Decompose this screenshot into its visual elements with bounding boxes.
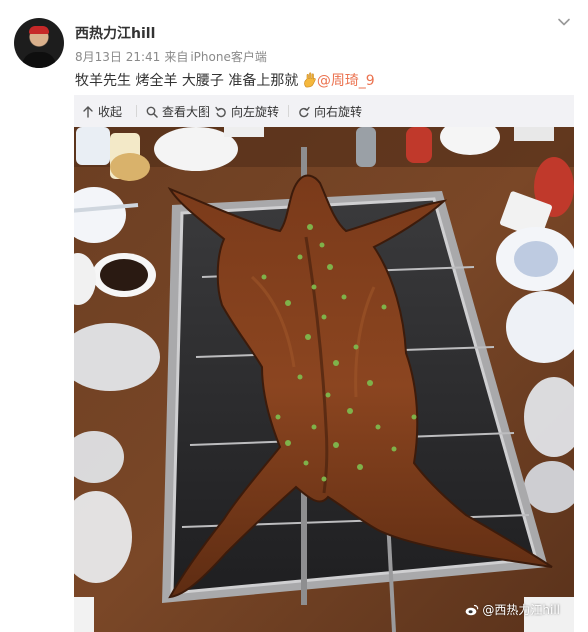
toolbar-divider bbox=[136, 105, 137, 117]
view-large-button[interactable]: 查看大图 bbox=[146, 103, 210, 120]
ok-hand-emoji-icon bbox=[303, 72, 316, 88]
avatar-cap-shape bbox=[29, 26, 49, 34]
post-text: 牧羊先生 烤全羊 大腰子 准备上那就 @周琦_9 bbox=[75, 70, 375, 90]
collapse-arrow-icon bbox=[83, 105, 93, 118]
collapse-label: 收起 bbox=[98, 105, 123, 119]
rotate-left-label: 向左旋转 bbox=[231, 105, 280, 119]
weibo-post-card: 西热力江hill 8月13日 21:41 来自 iPhone客户端 牧羊先生 烤全羊… bbox=[0, 0, 588, 632]
rotate-left-button[interactable]: 向左旋转 bbox=[215, 103, 279, 120]
search-icon bbox=[146, 106, 158, 118]
post-body-text: 牧羊先生 烤全羊 大腰子 准备上那就 bbox=[75, 73, 303, 89]
view-large-label: 查看大图 bbox=[162, 105, 211, 119]
photo-illustration bbox=[74, 127, 574, 632]
media-toolbar: 收起 查看大图 向左旋转 向右旋转 bbox=[74, 95, 574, 127]
post-meta: 8月13日 21:41 来自 iPhone客户端 bbox=[75, 48, 271, 65]
post-photo-roast-lamb[interactable]: @西热力江hill bbox=[74, 127, 574, 632]
watermark-text: @西热力江hill bbox=[482, 603, 560, 617]
source-link[interactable]: iPhone客户端 bbox=[190, 50, 267, 64]
rotate-right-label: 向右旋转 bbox=[314, 105, 363, 119]
media-expanded-panel: 收起 查看大图 向左旋转 向右旋转 @西热力江hill bbox=[74, 95, 574, 632]
rotate-right-button[interactable]: 向右旋转 bbox=[298, 103, 362, 120]
chevron-down-icon[interactable] bbox=[556, 14, 572, 30]
avatar-shirt-shape bbox=[22, 52, 56, 68]
image-watermark: @西热力江hill bbox=[465, 601, 560, 618]
post-timestamp[interactable]: 8月13日 21:41 bbox=[75, 50, 160, 64]
rotate-left-icon bbox=[215, 106, 226, 117]
toolbar-divider bbox=[205, 105, 206, 117]
toolbar-divider bbox=[288, 105, 289, 117]
weibo-logo-icon bbox=[465, 604, 479, 615]
avatar[interactable] bbox=[14, 18, 64, 68]
mention-link[interactable]: @周琦_9 bbox=[317, 73, 375, 89]
rotate-right-icon bbox=[299, 106, 310, 117]
collapse-button[interactable]: 收起 bbox=[82, 103, 122, 120]
source-prefix: 来自 bbox=[164, 50, 189, 64]
username-link[interactable]: 西热力江hill bbox=[75, 23, 155, 43]
